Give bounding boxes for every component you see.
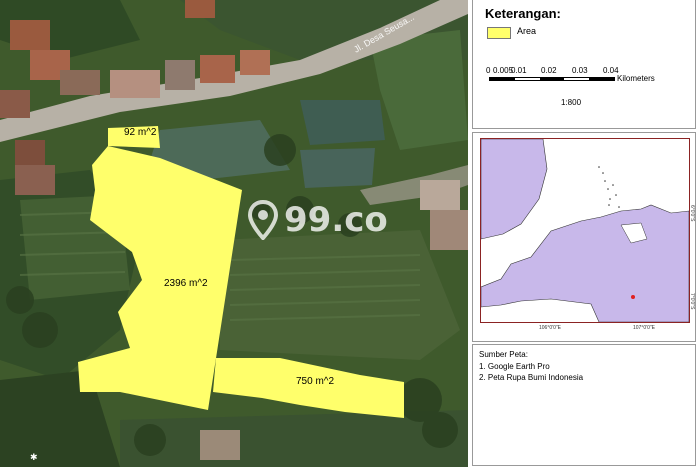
satellite-imagery [0,0,468,467]
lon-label: 107°0'0"E [633,325,655,331]
location-marker [631,295,635,299]
inset-map[interactable] [480,138,690,323]
north-arrow-icon: ✱ [30,452,38,462]
area-label-750: 750 m^2 [296,376,335,387]
source-item: 1. Google Earth Pro [479,362,550,371]
source-title: Sumber Peta: [479,350,528,359]
location-pin-icon [248,200,278,240]
source-item: 2. Peta Rupa Bumi Indonesia [479,373,584,382]
legend-section: Keterangan: Area 0 0.005 0.01 0.02 0.03 … [472,0,696,129]
lat-label: 7°0'0"S [689,293,695,310]
lon-label: 106°0'0"E [539,325,561,331]
legend-swatch-area [487,27,511,39]
map-legend-panel: Keterangan: Area 0 0.005 0.01 0.02 0.03 … [468,0,700,467]
scale-ratio: 1:800 [561,98,582,107]
scale-tick-label: 0.03 [572,66,588,75]
watermark-text: 99.co [284,200,388,240]
scale-tick-label: 0.02 [541,66,557,75]
watermark: 99.co [248,200,388,240]
area-label-2396: 2396 m^2 [164,278,208,289]
legend-label-area: Area [517,26,537,36]
scale-unit: Kilometers [617,74,655,83]
area-label-92: 92 m^2 [124,127,157,138]
source-section: Sumber Peta: 1. Google Earth Pro 2. Peta… [472,344,696,466]
scale-tick-label: 0 [486,66,491,75]
legend-title: Keterangan: [485,6,561,21]
lat-label: 6°0'0"S [689,205,695,222]
inset-map-drawing [481,139,689,322]
scale-tick-label: 0.01 [511,66,527,75]
scale-bar [489,77,615,81]
satellite-map[interactable]: Jl. Desa Seusa... 92 m^2 2396 m^2 750 m^… [0,0,468,467]
inset-map-section: 106°0'0"E 107°0'0"E 6°0'0"S 7°0'0"S [472,132,696,342]
